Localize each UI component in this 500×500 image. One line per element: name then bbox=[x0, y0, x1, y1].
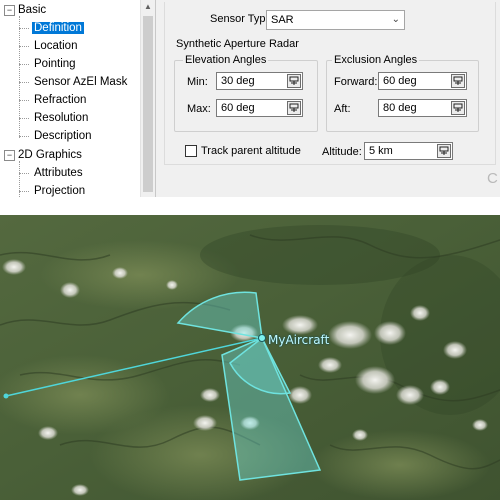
tree-item-definition[interactable]: Definition bbox=[32, 19, 84, 37]
altitude-value: 5 km bbox=[369, 145, 393, 157]
tree-item-pointing[interactable]: Pointing bbox=[34, 55, 76, 73]
tree-item-label: Location bbox=[34, 40, 78, 52]
tree-item-projection[interactable]: Projection bbox=[34, 182, 85, 197]
map-2d-view[interactable]: MyAircraft bbox=[0, 215, 500, 500]
tree-connector bbox=[19, 100, 29, 101]
tree-item-label: Description bbox=[34, 130, 92, 142]
aft-exclusion-value: 80 deg bbox=[383, 102, 417, 114]
tree-item-label: Attributes bbox=[34, 167, 83, 179]
sensor-type-select[interactable]: SAR ⌄ bbox=[266, 10, 405, 30]
tree-item-label: Projection bbox=[34, 185, 86, 197]
tree-connector bbox=[19, 173, 29, 174]
tree-connector bbox=[19, 64, 29, 65]
tree-item-attributes[interactable]: Attributes bbox=[34, 164, 83, 182]
tree-item-label: Sensor AzEl Mask bbox=[34, 76, 128, 88]
sensor-properties-dialog: − Basic Definition Location Pointing Sen… bbox=[0, 0, 500, 197]
collapse-basic-toggle[interactable]: − bbox=[4, 5, 15, 16]
track-start-marker bbox=[3, 393, 9, 399]
tree-item-label: Pointing bbox=[34, 58, 76, 70]
min-elevation-field[interactable]: 30 deg bbox=[216, 72, 303, 90]
altitude-label: Altitude: bbox=[322, 146, 362, 158]
min-label: Min: bbox=[187, 76, 208, 88]
unit-picker-icon[interactable] bbox=[437, 144, 451, 158]
aft-exclusion-field[interactable]: 80 deg bbox=[378, 99, 467, 117]
tree-item-description[interactable]: Description bbox=[34, 127, 92, 145]
sar-group-title: Synthetic Aperture Radar bbox=[176, 38, 299, 50]
max-elevation-value: 60 deg bbox=[221, 102, 255, 114]
aircraft-icon[interactable] bbox=[258, 334, 266, 342]
tree-connector bbox=[19, 16, 20, 138]
unit-picker-icon[interactable] bbox=[451, 101, 465, 115]
forward-label: Forward: bbox=[334, 76, 378, 88]
watermark-text: C bbox=[487, 170, 498, 187]
tree-connector bbox=[19, 191, 29, 192]
min-elevation-value: 30 deg bbox=[221, 75, 255, 87]
aft-label: Aft: bbox=[334, 103, 351, 115]
sensor-type-value: SAR bbox=[271, 14, 294, 26]
aircraft-label[interactable]: MyAircraft bbox=[268, 333, 329, 347]
elevation-angles-title: Elevation Angles bbox=[183, 54, 269, 66]
sensor-type-label: Sensor Type: bbox=[210, 13, 275, 25]
altitude-field[interactable]: 5 km bbox=[364, 142, 453, 160]
tree-item-sensor-azel-mask[interactable]: Sensor AzEl Mask bbox=[34, 73, 127, 91]
tree-connector bbox=[19, 82, 29, 83]
tree-item-label: Basic bbox=[18, 4, 47, 16]
scrollbar-thumb[interactable] bbox=[143, 16, 153, 192]
track-parent-altitude-label: Track parent altitude bbox=[201, 145, 301, 157]
terrain-map bbox=[0, 215, 500, 500]
max-elevation-field[interactable]: 60 deg bbox=[216, 99, 303, 117]
tree-item-label: 2D Graphics bbox=[18, 149, 82, 161]
unit-picker-icon[interactable] bbox=[287, 74, 301, 88]
forward-exclusion-field[interactable]: 60 deg bbox=[378, 72, 467, 90]
tree-item-label: Refraction bbox=[34, 94, 87, 106]
tree-item-basic[interactable]: Basic bbox=[18, 1, 46, 19]
scroll-up-arrow-icon[interactable]: ▲ bbox=[141, 0, 155, 14]
exclusion-angles-group bbox=[326, 60, 479, 132]
tree-item-label: Resolution bbox=[34, 112, 89, 124]
tree-item-refraction[interactable]: Refraction bbox=[34, 91, 86, 109]
tree-connector bbox=[19, 118, 29, 119]
collapse-2d-graphics-toggle[interactable]: − bbox=[4, 150, 15, 161]
unit-picker-icon[interactable] bbox=[451, 74, 465, 88]
tree-item-resolution[interactable]: Resolution bbox=[34, 109, 88, 127]
exclusion-angles-title: Exclusion Angles bbox=[332, 54, 420, 66]
tree-item-location[interactable]: Location bbox=[34, 37, 77, 55]
tree-item-2d-graphics[interactable]: 2D Graphics bbox=[18, 146, 82, 164]
max-label: Max: bbox=[187, 103, 211, 115]
tree-connector bbox=[19, 136, 29, 137]
forward-exclusion-value: 60 deg bbox=[383, 75, 417, 87]
tree-connector bbox=[19, 46, 29, 47]
separator-gap bbox=[0, 197, 500, 215]
tree-item-label: Definition bbox=[32, 22, 84, 34]
tree-connector bbox=[19, 28, 29, 29]
unit-picker-icon[interactable] bbox=[287, 101, 301, 115]
tree-scrollbar[interactable]: ▲ bbox=[140, 0, 155, 197]
track-parent-altitude-checkbox[interactable] bbox=[185, 145, 197, 157]
properties-tree: − Basic Definition Location Pointing Sen… bbox=[0, 0, 156, 197]
chevron-down-icon: ⌄ bbox=[391, 14, 400, 25]
elevation-angles-group bbox=[174, 60, 318, 132]
